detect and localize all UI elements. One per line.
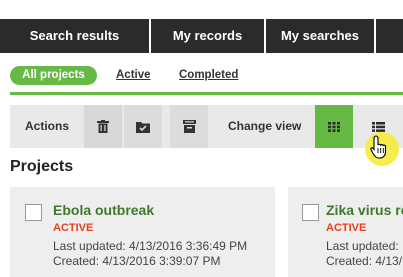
- project-checkbox[interactable]: [302, 204, 319, 221]
- tab-my-searches[interactable]: My searches: [266, 19, 376, 53]
- archive-button[interactable]: [170, 105, 208, 148]
- folder-check-icon: [136, 121, 150, 133]
- status-badge: ACTIVE: [326, 222, 367, 234]
- project-title[interactable]: Zika virus re: [326, 202, 403, 218]
- project-checkbox[interactable]: [25, 204, 42, 221]
- actions-label: Actions: [25, 119, 70, 133]
- status-badge: ACTIVE: [53, 222, 94, 234]
- project-card[interactable]: Zika virus re ACTIVE Last updated: Creat…: [288, 187, 403, 277]
- tab-search-results[interactable]: Search results: [0, 19, 151, 53]
- filter-divider: [10, 92, 403, 95]
- last-updated: Last updated:: [326, 239, 399, 253]
- trash-icon: [97, 120, 109, 133]
- filter-active[interactable]: Active: [116, 66, 151, 85]
- last-updated: Last updated: 4/13/2016 3:36:49 PM: [53, 239, 248, 253]
- tab-more[interactable]: [376, 19, 403, 53]
- tab-my-records[interactable]: My records: [151, 19, 266, 53]
- archive-icon: [182, 120, 196, 133]
- project-title[interactable]: Ebola outbreak: [53, 202, 154, 218]
- grid-view-button[interactable]: [315, 105, 353, 148]
- page-title: Projects: [10, 158, 74, 175]
- hand-cursor-icon: [370, 135, 387, 159]
- filter-completed[interactable]: Completed: [179, 66, 238, 85]
- list-view-icon: [371, 121, 385, 132]
- change-view-label: Change view: [228, 119, 302, 133]
- delete-button[interactable]: [84, 105, 122, 148]
- move-to-folder-button[interactable]: [124, 105, 162, 148]
- grid-view-icon: [328, 121, 340, 132]
- project-card[interactable]: Ebola outbreak ACTIVE Last updated: 4/13…: [10, 187, 275, 277]
- filter-all-projects[interactable]: All projects: [10, 66, 97, 85]
